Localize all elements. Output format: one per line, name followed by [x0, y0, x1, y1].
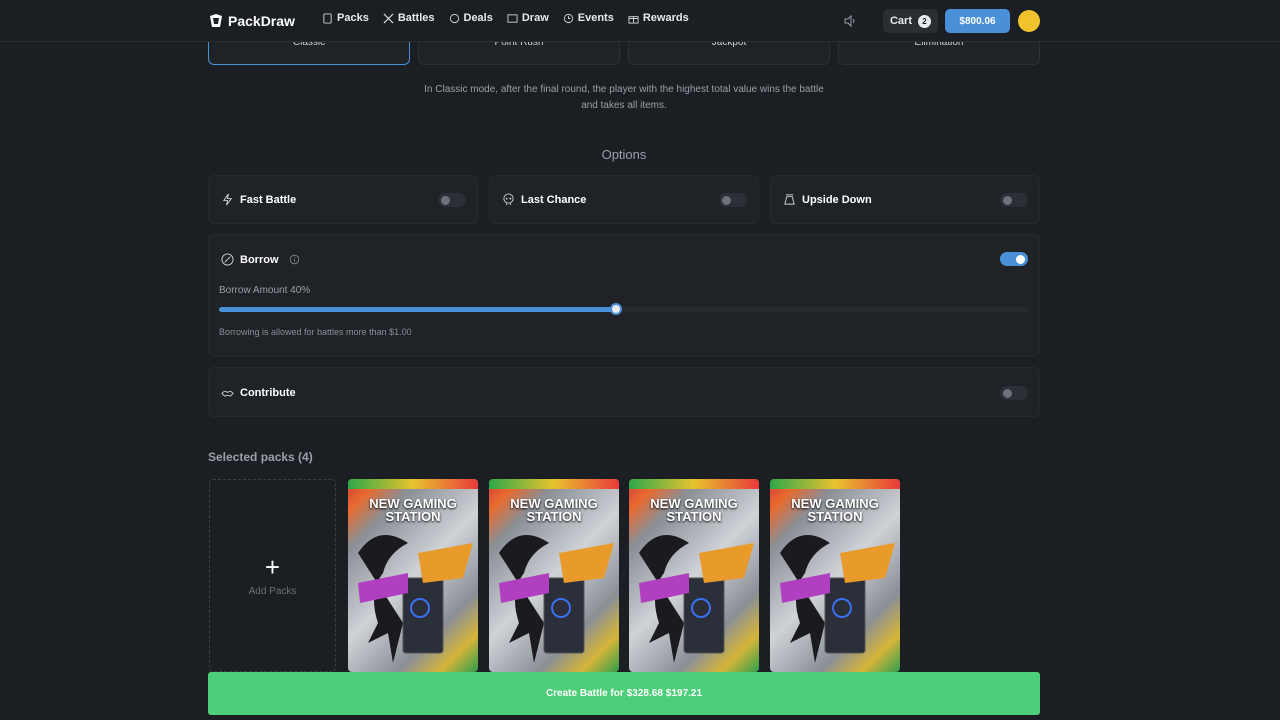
borrow-slider-handle[interactable] — [610, 303, 622, 315]
last-chance-label: Last Chance — [521, 193, 587, 206]
borrow-icon — [221, 253, 234, 266]
pack-card[interactable]: NEW GAMING STATION — [629, 479, 759, 672]
contribute-label: Contribute — [240, 386, 296, 399]
nav-packs-label: Packs — [337, 12, 369, 24]
top-bar: PackDraw Packs Battles Deals Draw Events… — [0, 0, 1280, 42]
add-packs-button[interactable]: + Add Packs — [209, 479, 336, 672]
handshake-icon — [221, 390, 234, 397]
main-nav: Packs Battles Deals Draw Events Rewards — [322, 12, 689, 24]
selected-packs-title: Selected packs (4) — [208, 450, 313, 464]
fast-battle-toggle[interactable] — [438, 193, 466, 207]
gaming-station-image — [780, 535, 895, 663]
pack-title: NEW GAMING STATION — [629, 497, 759, 523]
gaming-station-image — [639, 535, 754, 663]
logo[interactable]: PackDraw — [208, 11, 295, 31]
last-chance-toggle[interactable] — [719, 193, 747, 207]
contribute-label-group: Contribute — [221, 386, 296, 399]
contribute-toggle[interactable] — [1000, 386, 1028, 400]
mode-description: In Classic mode, after the final round, … — [208, 82, 1040, 114]
borrow-slider[interactable] — [219, 303, 1029, 315]
create-battle-label: Create Battle for — [545, 688, 624, 699]
pack-card[interactable]: NEW GAMING STATION — [489, 479, 619, 672]
pack-title-line-2: STATION — [807, 509, 863, 524]
cart-label: Cart — [889, 15, 912, 27]
cart-count-badge: 2 — [918, 14, 931, 28]
pack-card[interactable]: NEW GAMING STATION — [770, 479, 900, 672]
fast-battle-label: Fast Battle — [240, 193, 297, 206]
nav-events-label: Events — [577, 12, 614, 24]
borrow-slider-fill — [219, 307, 616, 312]
lightning-icon — [222, 193, 233, 206]
toggle-knob — [722, 196, 731, 205]
nav-rewards[interactable]: Rewards — [628, 12, 689, 24]
cart-button[interactable]: Cart 2 — [883, 9, 938, 33]
pack-title: NEW GAMING STATION — [489, 497, 619, 523]
last-chance-label-group: Last Chance — [502, 193, 586, 206]
events-icon — [563, 13, 573, 23]
add-packs-label: Add Packs — [248, 586, 297, 597]
gaming-station-image — [358, 535, 473, 663]
contribute-option: Contribute — [208, 367, 1040, 417]
borrow-note: Borrowing is allowed for battles more th… — [219, 327, 412, 337]
nav-battles-label: Battles — [397, 12, 435, 24]
create-battle-button[interactable]: Create Battle for $328.68 $197.21 — [208, 672, 1040, 715]
gift-icon — [628, 15, 639, 24]
draw-icon — [507, 13, 518, 23]
options-title: Options — [601, 147, 647, 162]
create-battle-original-price: $328.68 — [626, 688, 663, 699]
nav-draw[interactable]: Draw — [507, 12, 549, 24]
toggle-knob — [1016, 255, 1025, 264]
mode-description-line-2: and takes all items. — [581, 100, 667, 111]
nav-deals-label: Deals — [463, 12, 493, 24]
borrow-label-group: Borrow — [221, 253, 300, 266]
upside-down-toggle[interactable] — [1000, 193, 1028, 207]
nav-battles[interactable]: Battles — [383, 12, 435, 24]
borrow-amount-label: Borrow Amount 40% — [219, 285, 311, 296]
nav-rewards-label: Rewards — [642, 12, 689, 24]
fast-battle-label-group: Fast Battle — [221, 193, 296, 206]
sound-icon[interactable] — [843, 14, 857, 28]
nav-draw-label: Draw — [521, 12, 549, 24]
toggle-knob — [1003, 196, 1012, 205]
pack-band — [629, 479, 759, 489]
pack-title-line-2: STATION — [526, 509, 582, 524]
pack-title: NEW GAMING STATION — [348, 497, 478, 523]
nav-events[interactable]: Events — [563, 12, 614, 24]
pack-card[interactable]: NEW GAMING STATION — [348, 479, 478, 672]
pack-title: NEW GAMING STATION — [770, 497, 900, 523]
borrow-option: Borrow Borrow Amount 40% Borrowing is al… — [208, 234, 1040, 357]
logo-text: PackDraw — [228, 13, 295, 29]
balance-button[interactable]: $800.06 — [945, 9, 1010, 33]
toggle-knob — [441, 196, 450, 205]
packdraw-logo-icon — [210, 14, 222, 27]
pack-icon — [323, 12, 332, 24]
pack-band — [348, 479, 478, 489]
nav-packs[interactable]: Packs — [322, 12, 369, 24]
borrow-label: Borrow — [240, 253, 279, 266]
toggle-knob — [1003, 389, 1012, 398]
swords-icon — [383, 12, 394, 24]
skull-icon — [503, 193, 514, 206]
mode-description-line-1: In Classic mode, after the final round, … — [424, 84, 824, 95]
pack-band — [770, 479, 900, 489]
upside-down-option: Upside Down — [770, 175, 1040, 224]
flip-icon — [784, 194, 795, 205]
nav-deals[interactable]: Deals — [449, 12, 493, 24]
upside-down-label-group: Upside Down — [783, 193, 872, 206]
fast-battle-option: Fast Battle — [208, 175, 478, 224]
avatar[interactable] — [1018, 10, 1040, 32]
info-icon[interactable] — [289, 254, 300, 265]
deals-icon — [449, 13, 459, 23]
plus-icon: + — [264, 552, 281, 582]
last-chance-option: Last Chance — [489, 175, 759, 224]
create-battle-final-price: $197.21 — [665, 688, 703, 699]
pack-band — [489, 479, 619, 489]
pack-title-line-2: STATION — [385, 509, 441, 524]
pack-title-line-2: STATION — [666, 509, 722, 524]
gaming-station-image — [499, 535, 614, 663]
upside-down-label: Upside Down — [802, 193, 872, 206]
borrow-toggle[interactable] — [1000, 252, 1028, 266]
